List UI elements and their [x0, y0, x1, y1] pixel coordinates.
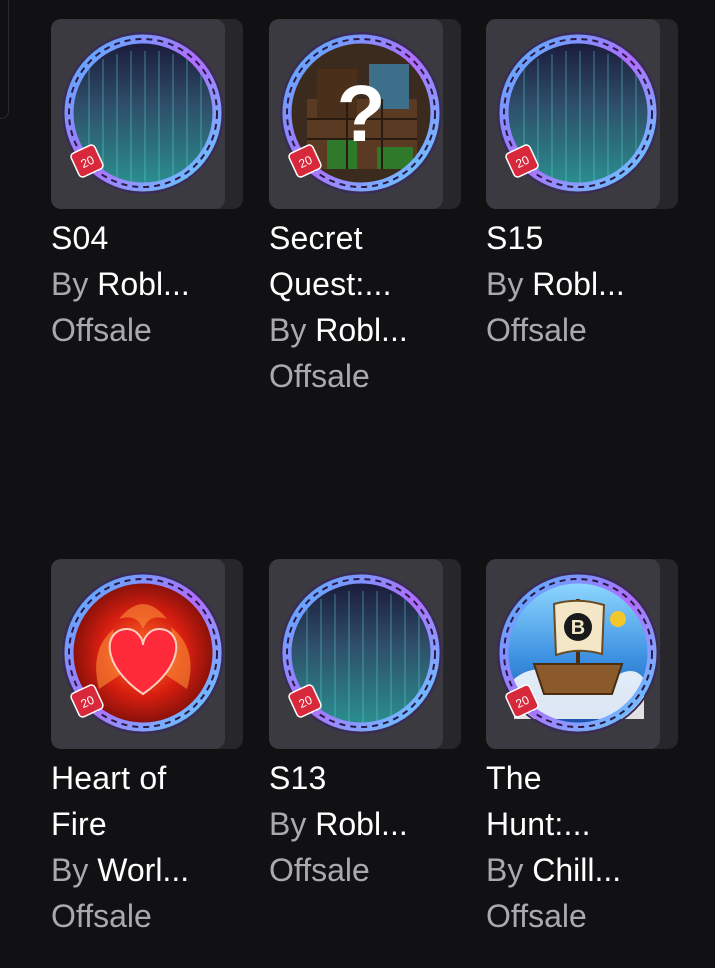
badge-grid: 20 S04 By Robl... Offsale ? 20 Secret Qu…	[0, 0, 715, 968]
title-line: Quest:...	[269, 266, 392, 302]
title-line: Fire	[51, 806, 107, 842]
badge-image: 20	[62, 32, 224, 194]
badge-title[interactable]: S13	[269, 755, 464, 801]
creator-name[interactable]: Worl...	[97, 852, 189, 888]
creator-line[interactable]: By Worl...	[51, 847, 246, 893]
creator-line[interactable]: By Robl...	[51, 261, 246, 307]
badge-image: B 20	[497, 572, 659, 734]
title-line: Heart of	[51, 760, 167, 796]
badge-thumbnail[interactable]: 20	[486, 19, 678, 209]
badge-card[interactable]: ? 20 Secret Quest:... By Robl... Offsale	[269, 19, 464, 399]
title-line: The	[486, 760, 542, 796]
badge-image: 20	[497, 32, 659, 194]
creator-name[interactable]: Robl...	[532, 266, 624, 302]
by-label: By	[51, 852, 89, 888]
title-line: S13	[269, 760, 327, 796]
badge-card[interactable]: 20 S04 By Robl... Offsale	[51, 19, 246, 353]
title-line: Hunt:...	[486, 806, 591, 842]
title-line: S04	[51, 220, 109, 256]
sail-letter: B	[571, 617, 585, 639]
badge-thumbnail[interactable]: 20	[51, 559, 243, 749]
by-label: By	[486, 266, 524, 302]
badge-card[interactable]: 20 Heart of Fire By Worl... Offsale	[51, 559, 246, 939]
price-status: Offsale	[269, 358, 370, 394]
badge-title[interactable]: The Hunt:...	[486, 755, 681, 847]
price-status: Offsale	[51, 312, 152, 348]
badge-card[interactable]: 20 S13 By Robl... Offsale	[269, 559, 464, 893]
creator-name[interactable]: Robl...	[315, 806, 407, 842]
by-label: By	[51, 266, 89, 302]
creator-name[interactable]: Robl...	[315, 312, 407, 348]
badge-image: 20	[62, 572, 224, 734]
badge-title[interactable]: Secret Quest:...	[269, 215, 464, 307]
price-status: Offsale	[51, 898, 152, 934]
badge-title[interactable]: Heart of Fire	[51, 755, 246, 847]
price-status: Offsale	[486, 898, 587, 934]
badge-thumbnail[interactable]: B 20	[486, 559, 678, 749]
price-status: Offsale	[486, 312, 587, 348]
badge-card[interactable]: B 20 The Hunt:... By Chill... Offsale	[486, 559, 681, 939]
by-label: By	[486, 852, 524, 888]
badge-title[interactable]: S15	[486, 215, 681, 261]
price-status: Offsale	[269, 852, 370, 888]
by-label: By	[269, 312, 307, 348]
creator-line[interactable]: By Robl...	[269, 307, 464, 353]
creator-line[interactable]: By Robl...	[486, 261, 681, 307]
badge-image: 20	[280, 572, 442, 734]
creator-name[interactable]: Robl...	[97, 266, 189, 302]
title-line: S15	[486, 220, 544, 256]
badge-thumbnail[interactable]: 20	[269, 559, 461, 749]
badge-thumbnail[interactable]: ? 20	[269, 19, 461, 209]
badge-image: ? 20	[280, 32, 442, 194]
by-label: By	[269, 806, 307, 842]
badge-thumbnail[interactable]: 20	[51, 19, 243, 209]
title-line: Secret	[269, 220, 363, 256]
badge-card[interactable]: 20 S15 By Robl... Offsale	[486, 19, 681, 353]
creator-line[interactable]: By Chill...	[486, 847, 681, 893]
creator-name[interactable]: Chill...	[532, 852, 621, 888]
secret-question-mark: ?	[337, 69, 386, 158]
badge-title[interactable]: S04	[51, 215, 246, 261]
creator-line[interactable]: By Robl...	[269, 801, 464, 847]
